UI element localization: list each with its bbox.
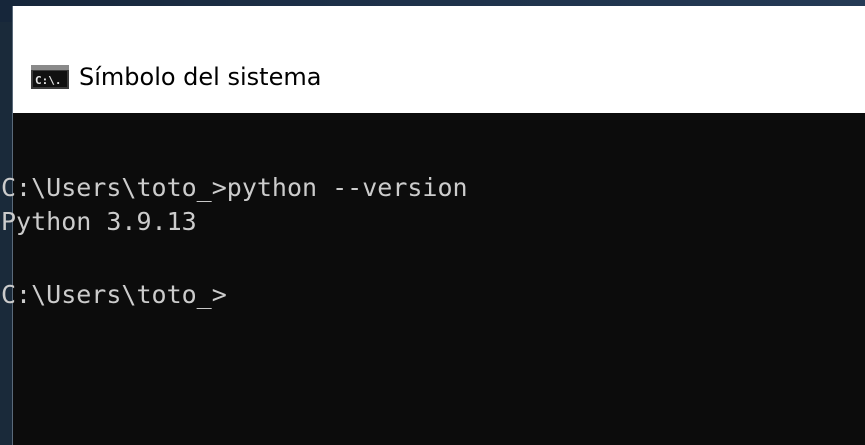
command-prompt-window[interactable]: C:\. Símbolo del sistema C:\Users\toto_>… <box>1 6 865 445</box>
command-prompt-icon: C:\. <box>31 64 69 90</box>
console-output[interactable]: C:\Users\toto_>python --version Python 3… <box>1 113 865 445</box>
window-title: Símbolo del sistema <box>79 63 322 91</box>
console-line-prompt[interactable]: C:\Users\toto_> <box>1 278 853 312</box>
console-line-command: C:\Users\toto_>python --version <box>1 173 468 202</box>
console-line-output: Python 3.9.13 <box>1 207 197 236</box>
window-titlebar[interactable]: C:\. Símbolo del sistema <box>13 6 865 113</box>
command-prompt-icon-text: C:\. <box>35 74 62 87</box>
